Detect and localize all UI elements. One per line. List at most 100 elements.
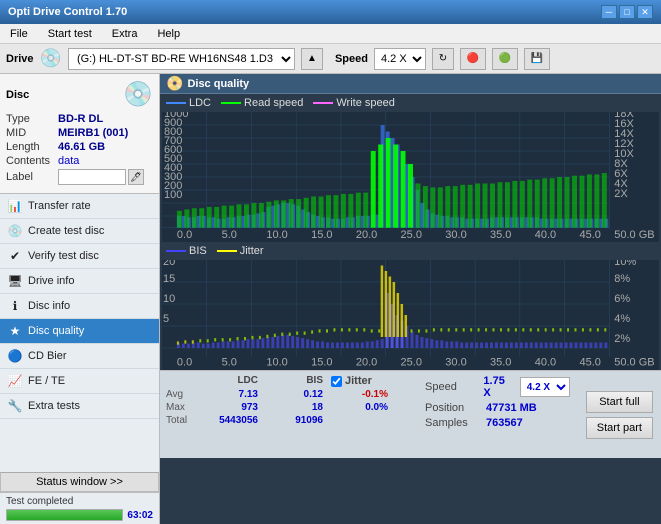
svg-text:35.0: 35.0 (490, 357, 511, 369)
chart1-legend: LDC Read speed Write speed (160, 94, 661, 112)
mid-label: MID (6, 127, 58, 139)
drive-action-btn2[interactable]: 🟢 (492, 48, 518, 70)
speed-refresh-button[interactable]: ↻ (432, 48, 454, 70)
sidebar-item-disc-quality[interactable]: ★ Disc quality (0, 319, 159, 344)
status-window-button[interactable]: Status window >> (0, 472, 159, 492)
drive-action-btn1[interactable]: 🔴 (460, 48, 486, 70)
menu-file[interactable]: File (4, 26, 34, 42)
nav-label-fe-te: FE / TE (28, 375, 65, 387)
app-title: Opti Drive Control 1.70 (8, 6, 127, 18)
menu-help[interactable]: Help (151, 26, 186, 42)
max-label: Max (166, 402, 201, 413)
chart2-legend: BIS Jitter (160, 242, 661, 260)
menu-start-test[interactable]: Start test (42, 26, 98, 42)
read-legend-color (221, 102, 241, 104)
jitter-legend-color (217, 250, 237, 252)
svg-text:15.0: 15.0 (311, 229, 332, 241)
sidebar-item-cd-bier[interactable]: 🔵 CD Bier (0, 344, 159, 369)
stats-ldc-header: LDC (201, 375, 266, 387)
svg-text:30.0: 30.0 (445, 357, 466, 369)
sidebar: Disc 💿 Type BD-R DL MID MEIRB1 (001) Len… (0, 74, 160, 524)
samples-value: 763567 (486, 417, 523, 429)
avg-ldc: 7.13 (201, 389, 266, 400)
speed-value: 1.75 X (483, 375, 513, 399)
type-label: Type (6, 113, 58, 125)
position-key: Position (425, 402, 480, 414)
sidebar-item-verify-test-disc[interactable]: ✔ Verify test disc (0, 244, 159, 269)
transfer-rate-icon: 📊 (8, 199, 22, 213)
start-full-button[interactable]: Start full (586, 391, 653, 413)
position-value: 47731 MB (486, 402, 537, 414)
type-value: BD-R DL (58, 113, 103, 125)
max-jitter: 0.0% (331, 402, 396, 413)
progress-area: Test completed 63:02 (0, 492, 159, 524)
svg-text:20.0: 20.0 (356, 357, 377, 369)
stats-jitter-header: Jitter (331, 375, 411, 387)
svg-text:0.0: 0.0 (177, 357, 192, 369)
start-buttons: Start full Start part (578, 371, 661, 458)
svg-text:25.0: 25.0 (401, 357, 422, 369)
sidebar-item-extra-tests[interactable]: 🔧 Extra tests (0, 394, 159, 419)
max-ldc: 973 (201, 402, 266, 413)
disc-section-title: Disc (6, 89, 29, 101)
menu-bar: File Start test Extra Help (0, 24, 661, 44)
stats-empty-header (166, 375, 201, 387)
write-legend-label: Write speed (336, 97, 395, 109)
speed-key: Speed (425, 381, 477, 393)
jitter-checkbox[interactable] (331, 376, 342, 387)
nav-label-extra-tests: Extra tests (28, 400, 80, 412)
avg-label: Avg (166, 389, 201, 400)
sidebar-item-transfer-rate[interactable]: 📊 Transfer rate (0, 194, 159, 219)
svg-text:0.0: 0.0 (177, 229, 192, 241)
disc-fields: Type BD-R DL MID MEIRB1 (001) Length 46.… (6, 113, 153, 185)
progress-bar (6, 509, 123, 521)
start-part-button[interactable]: Start part (586, 417, 653, 439)
drive-select[interactable]: (G:) HL-DT-ST BD-RE WH16NS48 1.D3 (68, 48, 295, 70)
svg-text:5: 5 (163, 313, 169, 325)
disc-label-btn[interactable]: 🖊 (128, 169, 144, 185)
drive-eject-button[interactable]: ▲ (301, 48, 323, 70)
speed-label: Speed (335, 53, 368, 65)
minimize-button[interactable]: ─ (601, 5, 617, 19)
title-bar: Opti Drive Control 1.70 ─ □ ✕ (0, 0, 661, 24)
chart2-svg: 20 15 10 5 0.0 5.0 10.0 15.0 20.0 25.0 3… (162, 260, 659, 370)
bis-legend-label: BIS (189, 245, 207, 257)
chart-header-icon: 📀 (166, 75, 183, 92)
svg-text:50.0 GB: 50.0 GB (614, 229, 654, 241)
svg-text:15: 15 (163, 273, 175, 285)
speed-dropdown[interactable]: 4.2 X (520, 377, 570, 397)
disc-label-label: Label (6, 171, 58, 183)
jitter-legend-label: Jitter (240, 245, 264, 257)
speed-select[interactable]: 4.2 X (374, 48, 426, 70)
total-label: Total (166, 415, 201, 426)
contents-label: Contents (6, 155, 58, 167)
svg-text:45.0: 45.0 (579, 229, 600, 241)
disc-quality-icon: ★ (8, 324, 22, 338)
sidebar-item-disc-info[interactable]: ℹ Disc info (0, 294, 159, 319)
sidebar-item-create-test-disc[interactable]: 💿 Create test disc (0, 219, 159, 244)
sidebar-item-fe-te[interactable]: 📈 FE / TE (0, 369, 159, 394)
nav-label-verify-test-disc: Verify test disc (28, 250, 99, 262)
svg-text:25.0: 25.0 (401, 229, 422, 241)
disc-label-input[interactable] (58, 169, 126, 185)
drive-info-icon: 🖥 (8, 274, 22, 288)
svg-text:2X: 2X (614, 188, 628, 200)
drive-action-btn3[interactable]: 💾 (524, 48, 550, 70)
disc-info-icon: ℹ (8, 299, 22, 313)
svg-text:10: 10 (163, 293, 175, 305)
svg-text:10.0: 10.0 (266, 229, 287, 241)
svg-text:40.0: 40.0 (535, 357, 556, 369)
mid-value: MEIRB1 (001) (58, 127, 128, 139)
close-button[interactable]: ✕ (637, 5, 653, 19)
create-test-disc-icon: 💿 (8, 224, 22, 238)
svg-text:10%: 10% (614, 260, 636, 268)
sidebar-item-drive-info[interactable]: 🖥 Drive info (0, 269, 159, 294)
nav-label-create-test-disc: Create test disc (28, 225, 104, 237)
nav-label-disc-quality: Disc quality (28, 325, 84, 337)
menu-extra[interactable]: Extra (106, 26, 144, 42)
maximize-button[interactable]: □ (619, 5, 635, 19)
disc-icon: 💿 (123, 80, 153, 109)
drive-label: Drive (6, 53, 34, 65)
sidebar-nav: 📊 Transfer rate 💿 Create test disc ✔ Ver… (0, 194, 159, 472)
max-bis: 18 (266, 402, 331, 413)
